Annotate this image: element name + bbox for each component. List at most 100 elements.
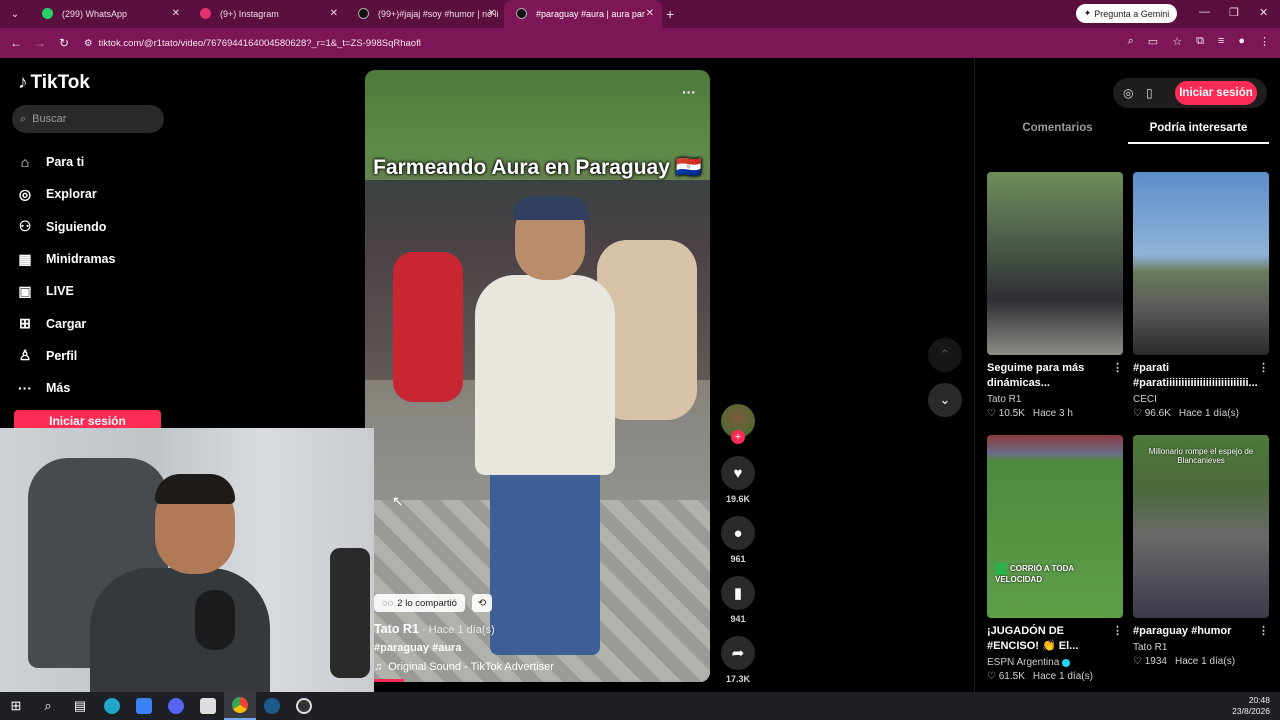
get-coins-icon[interactable]: ◎ xyxy=(1123,86,1133,100)
back-icon[interactable]: ← xyxy=(4,36,28,50)
comment-button[interactable]: ● xyxy=(721,516,755,550)
video-thumbnail[interactable] xyxy=(987,172,1123,355)
chrome-icon[interactable] xyxy=(224,692,256,720)
card-title: #paraguay #humor xyxy=(1133,625,1232,637)
thumbnail-caption: CORRIÓ A TODA VELOCIDAD xyxy=(995,563,1074,584)
list-item[interactable]: Millonario rompe el espejo de Blancaniev… xyxy=(1133,435,1269,682)
zoom-icon[interactable]: ⌕ xyxy=(1128,35,1134,48)
close-icon[interactable]: ✕ xyxy=(330,8,338,19)
windows-start-icon[interactable]: ⊞ xyxy=(0,692,32,720)
close-icon[interactable]: ✕ xyxy=(488,8,496,19)
previous-video-button[interactable]: ⌃ xyxy=(928,338,962,372)
forward-icon[interactable]: → xyxy=(28,36,52,50)
verified-icon xyxy=(1062,658,1071,667)
shared-by-badge[interactable]: ◌◌ 2 lo compartió xyxy=(374,594,465,612)
epic-games-icon[interactable] xyxy=(192,692,224,720)
sidebar-item-cargar[interactable]: ⊞ Cargar xyxy=(16,307,115,339)
video-sound[interactable]: ♫ Original Sound - TikTok Advertiser xyxy=(374,661,554,673)
card-author[interactable]: CECI xyxy=(1133,394,1157,405)
close-icon[interactable]: ✕ xyxy=(172,8,180,19)
new-tab-button[interactable]: + xyxy=(666,6,674,22)
film-icon: ▦ xyxy=(18,250,32,267)
task-view-icon[interactable]: ▤ xyxy=(64,692,96,720)
sidebar-item-explorar[interactable]: ◎ Explorar xyxy=(16,178,115,210)
tab-comentarios[interactable]: Comentarios xyxy=(987,116,1128,144)
mail-icon[interactable] xyxy=(128,692,160,720)
webcam-overlay xyxy=(0,428,374,692)
card-author[interactable]: Tato R1 xyxy=(987,394,1021,405)
save-button[interactable]: ▮ xyxy=(721,576,755,610)
card-author[interactable]: ESPN Argentina xyxy=(987,657,1059,668)
share-button[interactable]: ➦ xyxy=(721,636,755,670)
window-close-icon[interactable]: ✕ xyxy=(1259,6,1268,19)
video-thumbnail[interactable] xyxy=(1133,172,1269,355)
edge-icon[interactable] xyxy=(96,692,128,720)
webcam-person xyxy=(155,474,235,504)
bookmark-icon: ▮ xyxy=(733,585,743,602)
gemini-button[interactable]: ✦ Pregunta a Gemini xyxy=(1076,4,1177,23)
site-info-icon[interactable]: ⚙ xyxy=(84,38,93,49)
discord-icon[interactable] xyxy=(160,692,192,720)
address-bar[interactable]: ⚙ tiktok.com/@r1tato/video/7676944164004… xyxy=(84,33,1004,53)
sidebar-item-mas[interactable]: ··· Más xyxy=(16,372,115,404)
search-placeholder: Buscar xyxy=(32,113,67,125)
video-progress-bar[interactable] xyxy=(374,679,404,682)
browser-tab-tiktok-aura[interactable]: #paraguay #aura | aura par ✕ xyxy=(504,0,662,28)
video-more-icon[interactable]: ··· xyxy=(682,84,696,100)
steam-icon[interactable] xyxy=(256,692,288,720)
browser-tab-tiktok-humor[interactable]: (99+)#jajaj #soy #humor | no li ✕ xyxy=(346,0,504,28)
sidebar-item-para-ti[interactable]: ⌂ Para ti xyxy=(16,146,115,178)
repost-icon[interactable]: ⟲ xyxy=(472,594,492,612)
restore-icon[interactable]: ❐ xyxy=(1229,6,1239,19)
like-button[interactable]: ♥ xyxy=(721,456,755,490)
sidebar-item-siguiendo[interactable]: ⚇ Siguiendo xyxy=(16,211,115,243)
obs-icon[interactable] xyxy=(288,692,320,720)
profile-avatar-icon[interactable]: ● xyxy=(1238,35,1245,48)
close-icon[interactable]: ✕ xyxy=(646,8,654,19)
media-icon[interactable]: ≡ xyxy=(1218,35,1224,48)
tab-search-chevron-icon[interactable]: ⌄ xyxy=(0,9,30,20)
search-input[interactable]: ⌕ Buscar xyxy=(12,105,164,133)
more-vertical-icon[interactable]: ⋮ xyxy=(1112,361,1123,391)
bookmark-star-icon[interactable]: ☆ xyxy=(1172,35,1182,48)
video-thumbnail[interactable]: CORRIÓ A TODA VELOCIDAD xyxy=(987,435,1123,618)
video-frame-person xyxy=(393,252,463,402)
more-vertical-icon[interactable]: ⋮ xyxy=(1258,361,1269,391)
reload-icon[interactable]: ↻ xyxy=(52,36,76,50)
follow-plus-icon[interactable]: + xyxy=(731,430,745,444)
list-item[interactable]: CORRIÓ A TODA VELOCIDAD ¡JUGADÓN DE #ENC… xyxy=(987,435,1123,682)
sidebar-item-live[interactable]: ▣ LIVE xyxy=(16,275,115,307)
tiktok-logo[interactable]: ♪ TikTok xyxy=(18,72,90,94)
video-author[interactable]: Tato R1 xyxy=(374,622,419,636)
card-author[interactable]: Tato R1 xyxy=(1133,642,1167,653)
cast-icon[interactable]: ▭ xyxy=(1148,35,1158,48)
next-video-button[interactable]: ⌄ xyxy=(928,383,962,417)
more-vertical-icon[interactable]: ⋮ xyxy=(1112,624,1123,654)
sidebar-item-minidramas[interactable]: ▦ Minidramas xyxy=(16,243,115,275)
list-item[interactable]: #parati #paratiiiiiiiiiiiiiiiiiiiiiiiiii… xyxy=(1133,172,1269,419)
video-caption: Farmeando Aura en Paraguay 🇵🇾 xyxy=(373,156,702,179)
taskbar-search-icon[interactable]: ⌕ xyxy=(32,692,64,720)
video-player[interactable]: Farmeando Aura en Paraguay 🇵🇾 ··· ◌◌ 2 l… xyxy=(365,70,710,682)
login-button-top[interactable]: Iniciar sesión xyxy=(1175,81,1257,105)
minimize-icon[interactable]: — xyxy=(1199,6,1210,18)
sidebar-item-perfil[interactable]: ♙ Perfil xyxy=(16,340,115,372)
video-thumbnail[interactable]: Millonario rompe el espejo de Blancaniev… xyxy=(1133,435,1269,618)
extensions-icon[interactable]: ⧉ xyxy=(1196,35,1204,48)
video-hashtags[interactable]: #paraguay #aura xyxy=(374,642,554,654)
browser-tab-instagram[interactable]: (9+) Instagram ✕ xyxy=(188,0,346,28)
url-text: tiktok.com/@r1tato/video/767694416400458… xyxy=(98,37,421,49)
card-posted: Hace 1 día(s) xyxy=(1178,408,1239,419)
menu-icon[interactable]: ⋮ xyxy=(1259,35,1270,48)
list-item[interactable]: Seguime para más dinámicas... ⋮ Tato R1 ♡… xyxy=(987,172,1123,419)
more-vertical-icon[interactable]: ⋮ xyxy=(1258,624,1269,639)
tab-title: (9+) Instagram xyxy=(220,9,279,19)
home-icon: ⌂ xyxy=(20,154,30,171)
clock-date: 23/8/2026 xyxy=(1232,706,1270,716)
tab-podria-interesarte[interactable]: Podría interesarte xyxy=(1128,116,1269,144)
system-clock[interactable]: 20:48 23/8/2026 xyxy=(1232,695,1270,717)
device-icon[interactable]: ▯ xyxy=(1146,86,1153,100)
browser-tab-whatsapp[interactable]: (299) WhatsApp ✕ xyxy=(30,0,188,28)
gemini-label: Pregunta a Gemini xyxy=(1094,8,1170,19)
music-note-icon: ♫ xyxy=(374,661,383,673)
